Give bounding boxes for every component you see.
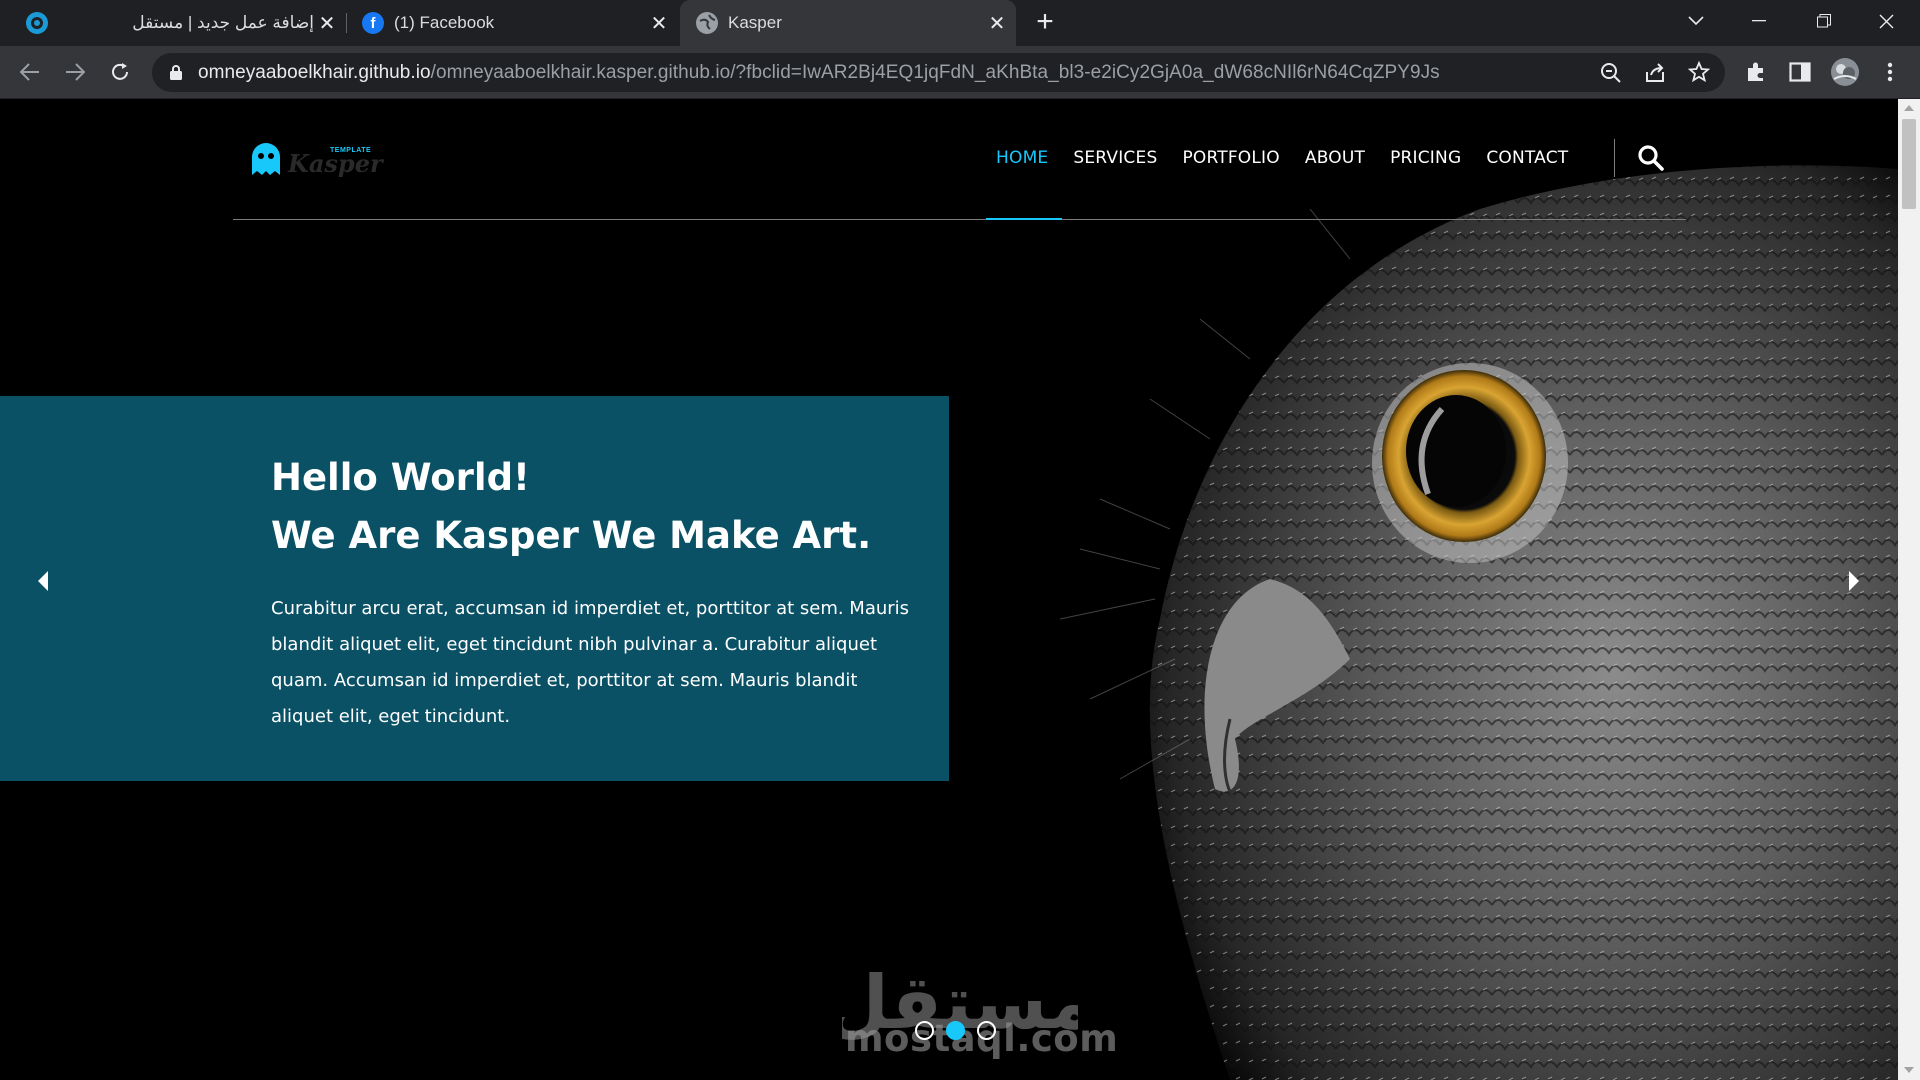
forward-icon[interactable] [57, 54, 93, 90]
slider-pagination [915, 1021, 996, 1040]
address-bar[interactable]: omneyaaboelkhair.github.io/omneyaaboelkh… [152, 53, 1725, 92]
nav-divider [1614, 139, 1615, 177]
url-path: /omneyaaboelkhair.kasper.github.io/?fbcl… [430, 62, 1440, 83]
tab-title: إضافة عمل جديد | مستقل [132, 13, 314, 32]
facebook-favicon-icon: f [362, 12, 384, 34]
logo-tagline: TEMPLATE [330, 147, 372, 154]
url-host: omneyaaboelkhair.github.io [198, 62, 431, 83]
scroll-up-arrow-icon[interactable] [1904, 105, 1914, 111]
lock-icon [170, 65, 182, 80]
nav-about[interactable]: ABOUT [1305, 148, 1365, 168]
tab-title: (1) Facebook [394, 13, 495, 32]
back-icon[interactable] [12, 54, 48, 90]
globe-favicon-icon [696, 12, 718, 34]
new-tab-button[interactable]: + [1030, 7, 1060, 38]
hero-subtitle: We Are Kasper We Make Art. [271, 514, 872, 557]
tab-search-icon[interactable] [26, 12, 48, 34]
share-icon[interactable] [1644, 62, 1666, 89]
owl-hero-image [1059, 165, 1898, 1080]
bookmark-star-icon[interactable] [1687, 60, 1711, 88]
side-panel-icon[interactable] [1782, 54, 1818, 90]
page-scrollbar[interactable] [1898, 99, 1920, 1080]
site-logo[interactable]: Kasper TEMPLATE [250, 139, 383, 179]
slider-bullet-3[interactable] [977, 1021, 996, 1040]
nav-contact[interactable]: CONTACT [1486, 148, 1568, 168]
reload-icon[interactable] [102, 54, 138, 90]
tab-mostaql[interactable]: إضافة عمل جديد | مستقل ✕ [118, 0, 340, 46]
tab-facebook[interactable]: f (1) Facebook ✕ [352, 0, 672, 46]
nav-services[interactable]: SERVICES [1073, 148, 1157, 168]
restore-icon[interactable] [1793, 0, 1855, 42]
tab-search-dropdown-icon[interactable] [1665, 0, 1727, 42]
main-nav: HOME SERVICES PORTFOLIO ABOUT PRICING CO… [996, 148, 1568, 168]
extensions-icon[interactable] [1738, 54, 1774, 90]
close-tab-icon[interactable]: ✕ [314, 10, 340, 36]
page-viewport: Kasper TEMPLATE HOME SERVICES PORTFOLIO … [0, 99, 1898, 1080]
nav-home[interactable]: HOME [996, 148, 1048, 168]
browser-toolbar: omneyaaboelkhair.github.io/omneyaaboelkh… [0, 46, 1920, 99]
close-window-icon[interactable] [1855, 0, 1917, 42]
slider-bullet-2[interactable] [946, 1021, 965, 1040]
scrollbar-thumb[interactable] [1902, 119, 1916, 209]
url-text: omneyaaboelkhair.github.io/omneyaaboelkh… [198, 62, 1440, 84]
tab-kasper[interactable]: Kasper ✕ [680, 0, 1016, 46]
browser-tab-strip: إضافة عمل جديد | مستقل ✕ f (1) Facebook … [0, 0, 1920, 46]
nav-pricing[interactable]: PRICING [1390, 148, 1461, 168]
hero-title: Hello World! [271, 456, 530, 499]
header-divider [233, 219, 1686, 220]
zoom-icon[interactable] [1600, 62, 1622, 89]
close-tab-icon[interactable]: ✕ [646, 10, 672, 36]
slider-bullet-1[interactable] [915, 1021, 934, 1040]
nav-active-indicator [986, 218, 1062, 220]
search-icon[interactable] [1637, 144, 1667, 174]
ghost-logo-icon [252, 143, 280, 175]
slider-next-arrow-icon[interactable] [1841, 569, 1865, 593]
tab-divider [346, 13, 347, 33]
slider-prev-arrow-icon[interactable] [32, 569, 56, 593]
hero-paragraph: Curabitur arcu erat, accumsan id imperdi… [271, 598, 910, 727]
profile-avatar[interactable] [1827, 54, 1863, 90]
scroll-down-arrow-icon[interactable] [1904, 1067, 1914, 1073]
close-tab-icon[interactable]: ✕ [984, 10, 1010, 36]
minimize-icon[interactable] [1728, 0, 1790, 42]
chrome-menu-icon[interactable] [1872, 54, 1908, 90]
tab-title: Kasper [728, 13, 782, 32]
nav-portfolio[interactable]: PORTFOLIO [1182, 148, 1279, 168]
